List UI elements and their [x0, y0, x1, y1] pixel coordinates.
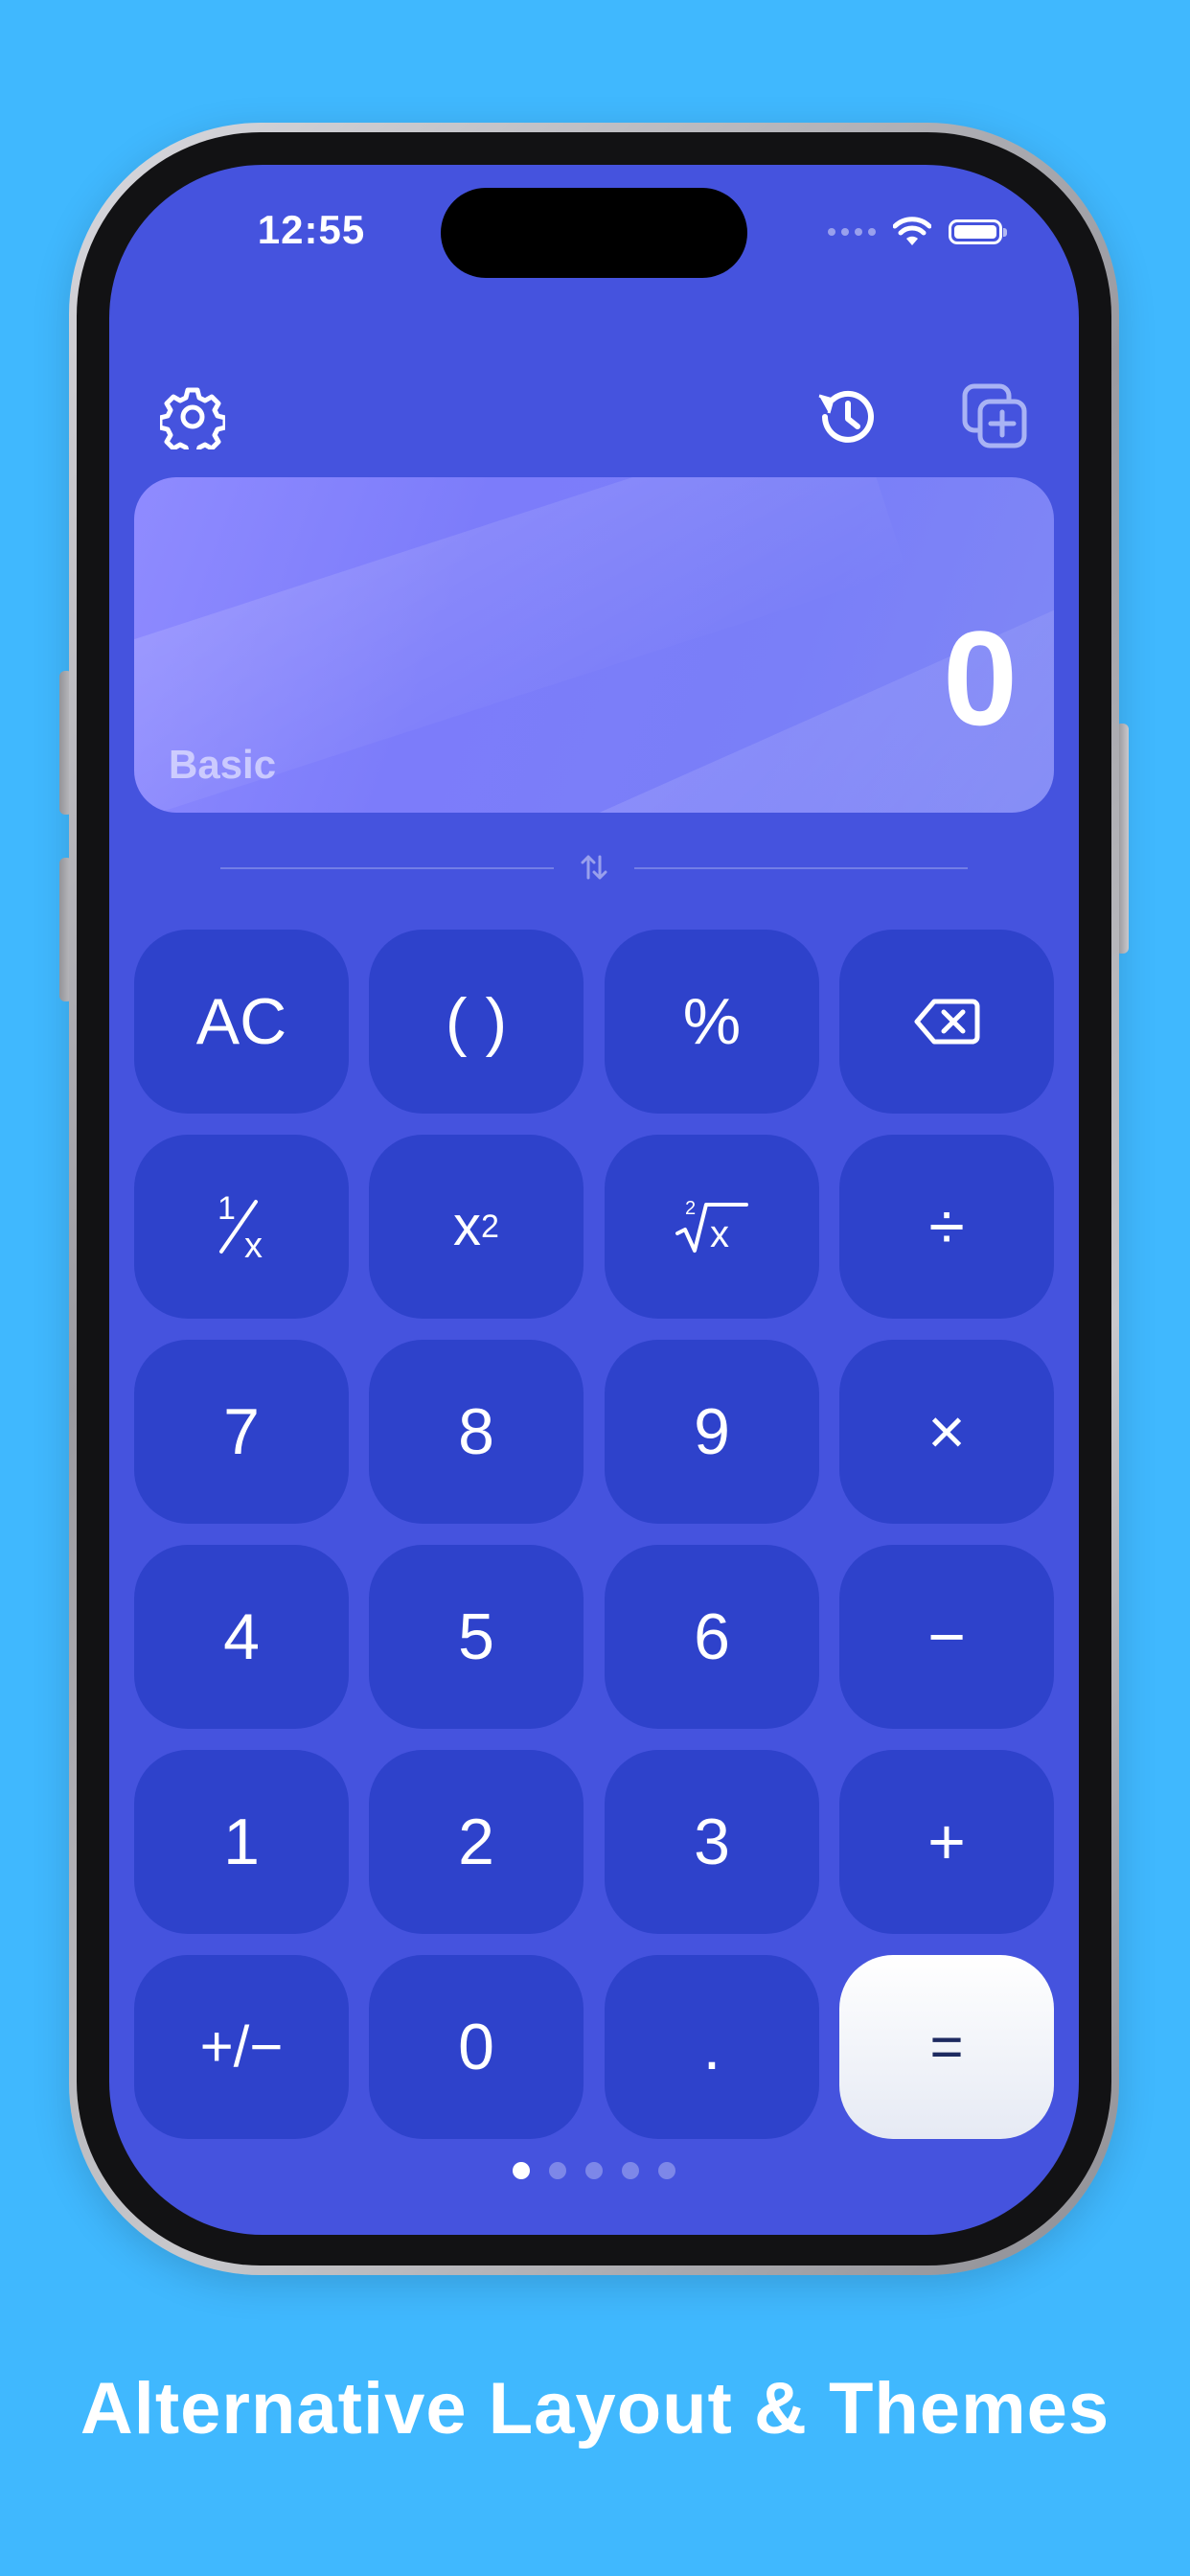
- digit-6-button[interactable]: 6: [605, 1545, 819, 1729]
- equals-button[interactable]: =: [839, 1955, 1054, 2139]
- display-value: 0: [943, 603, 1018, 753]
- promo-caption: Alternative Layout & Themes: [80, 2368, 1110, 2450]
- gear-icon: [160, 387, 225, 449]
- page-dot[interactable]: [513, 2162, 530, 2179]
- settings-button[interactable]: [157, 381, 228, 452]
- percent-button[interactable]: %: [605, 930, 819, 1114]
- digit-5-button[interactable]: 5: [369, 1545, 584, 1729]
- backspace-button[interactable]: [839, 930, 1054, 1114]
- page-dot[interactable]: [658, 2162, 675, 2179]
- digit-4-button[interactable]: 4: [134, 1545, 349, 1729]
- page-indicator[interactable]: [109, 2162, 1079, 2179]
- reciprocal-button[interactable]: 1 x: [134, 1135, 349, 1319]
- backspace-icon: [914, 999, 980, 1045]
- digit-9-button[interactable]: 9: [605, 1340, 819, 1524]
- history-button[interactable]: [809, 380, 883, 454]
- digit-0-button[interactable]: 0: [369, 1955, 584, 2139]
- digit-7-button[interactable]: 7: [134, 1340, 349, 1524]
- reciprocal-icon: 1 x: [217, 1190, 263, 1265]
- add-copy-button[interactable]: [958, 380, 1033, 454]
- calculator-mode-label: Basic: [169, 742, 277, 787]
- negate-button[interactable]: +/−: [134, 1955, 349, 2139]
- digit-3-button[interactable]: 3: [605, 1750, 819, 1934]
- parentheses-button[interactable]: ( ): [369, 930, 584, 1114]
- digit-1-button[interactable]: 1: [134, 1750, 349, 1934]
- digit-2-button[interactable]: 2: [369, 1750, 584, 1934]
- swap-arrows-icon[interactable]: [579, 853, 609, 882]
- divide-button[interactable]: ÷: [839, 1135, 1054, 1319]
- square-button[interactable]: x2: [369, 1135, 584, 1319]
- calculator-display: 0 Basic: [134, 477, 1054, 813]
- status-time: 12:55: [257, 207, 366, 252]
- history-icon: [818, 390, 874, 443]
- page-dot[interactable]: [549, 2162, 566, 2179]
- svg-text:x: x: [244, 1226, 263, 1265]
- svg-text:1: 1: [217, 1190, 236, 1227]
- app-screen: 12:55 0 Basic AC () % 1 x x 2 2 x ÷ 7 8…: [109, 165, 1079, 2235]
- cellular-signal-icon: [828, 228, 876, 236]
- dynamic-island: [441, 188, 747, 278]
- page-dot[interactable]: [585, 2162, 603, 2179]
- svg-text:x: x: [710, 1213, 729, 1255]
- square-root-icon: 2 x: [675, 1198, 748, 1255]
- multiply-button[interactable]: ×: [839, 1340, 1054, 1524]
- page-dot[interactable]: [622, 2162, 639, 2179]
- subtract-button[interactable]: −: [839, 1545, 1054, 1729]
- battery-icon: [949, 219, 1007, 244]
- add-copy-icon: [962, 383, 1027, 448]
- square-root-button[interactable]: 2 x: [605, 1135, 819, 1319]
- status-indicators: [828, 217, 1007, 247]
- decimal-button[interactable]: .: [605, 1955, 819, 2139]
- all-clear-button[interactable]: AC: [134, 930, 349, 1114]
- divider-right: [634, 867, 968, 869]
- svg-text:2: 2: [685, 1198, 696, 1219]
- add-button[interactable]: +: [839, 1750, 1054, 1934]
- divider-left: [220, 867, 554, 869]
- wifi-icon: [893, 217, 931, 245]
- digit-8-button[interactable]: 8: [369, 1340, 584, 1524]
